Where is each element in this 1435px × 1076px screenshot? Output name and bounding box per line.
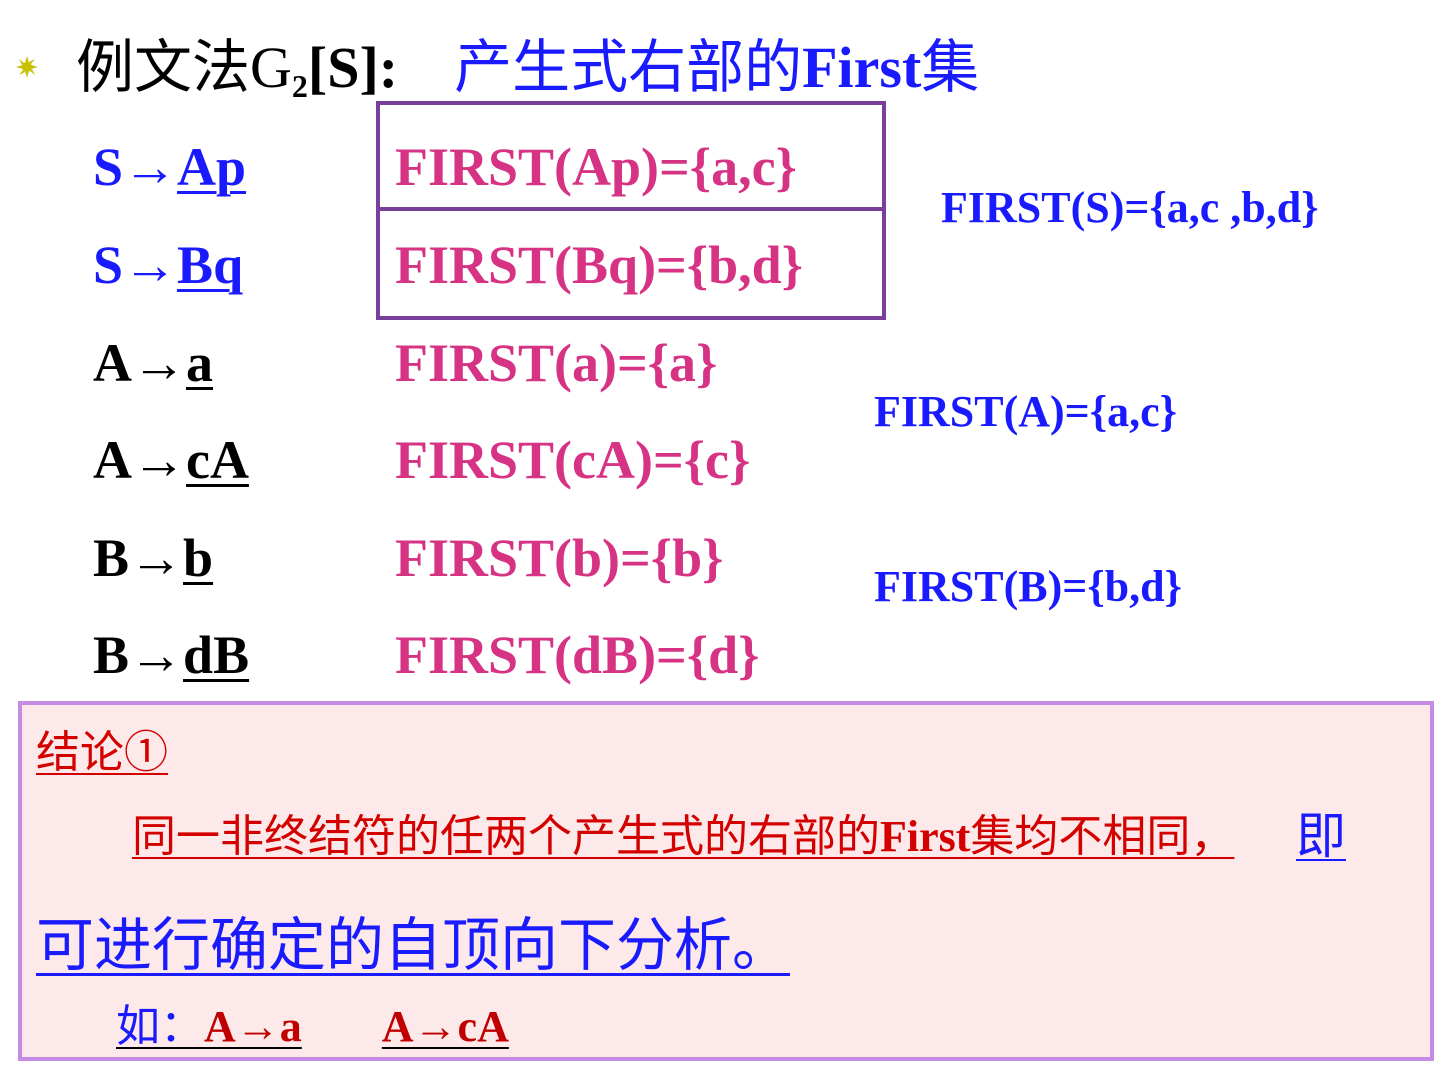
production-row: B→b [93,528,214,588]
production-row: S→Bq [93,235,244,295]
conclusion-line2: 可进行确定的自顶向下分析。 [36,913,791,978]
first-union-a: FIRST(A)={a,c} [874,387,1177,436]
production-row: B→dB [93,625,250,685]
first-set: FIRST(Ap)={a,c} [395,137,797,197]
first-union-b: FIRST(B)={b,d} [874,562,1182,611]
first-set: FIRST(cA)={c} [395,430,751,490]
conclusion-line1: 同一非终结符的任两个产生式的右部的First集均不相同， [132,812,1235,861]
first-set: FIRST(a)={a} [395,333,718,393]
first-set: FIRST(dB)={d} [395,625,760,685]
conclusion-example: 如：A→a A→cA [116,1002,509,1051]
title-example: 例文法G [76,35,292,100]
production-row: A→cA [93,430,249,490]
first-set: FIRST(Bq)={b,d} [395,235,803,295]
slide-title: 例文法G2[S]: 产生式右部的First集 [76,20,979,105]
conclusion-line1-tail: 即 [1296,808,1346,864]
title-topic: 产生式右部的First集 [454,35,980,100]
title-grammar: [S]: [307,35,399,100]
title-subscript: 2 [291,68,308,104]
first-set: FIRST(b)={b} [395,528,724,588]
bullet-sun-icon [16,56,38,78]
conclusion-title: 结论① [36,728,168,777]
production-row: A→a [93,333,213,393]
first-union-s: FIRST(S)={a,c ,b,d} [941,183,1319,232]
production-row: S→Ap [93,137,247,197]
